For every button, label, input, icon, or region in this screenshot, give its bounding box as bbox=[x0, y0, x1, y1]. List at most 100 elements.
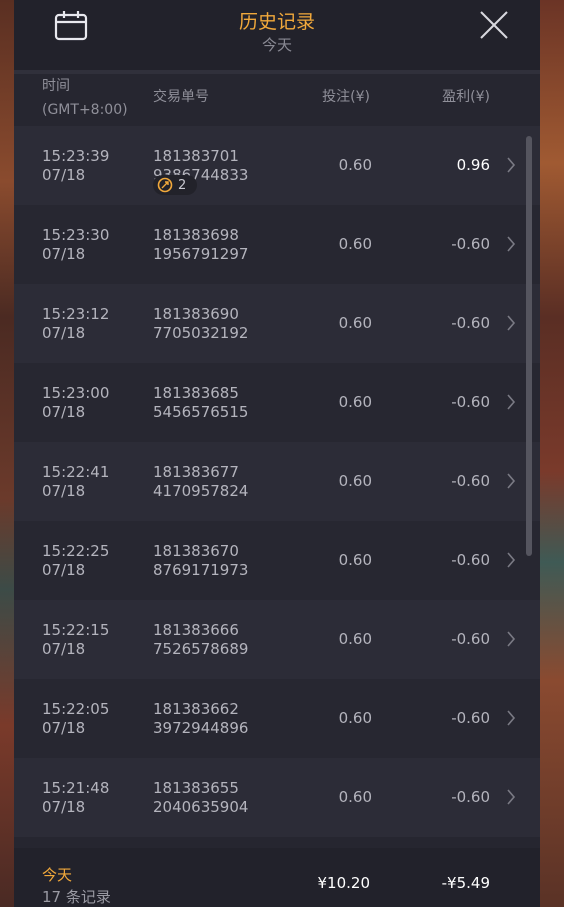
row-date-value: 07/18 bbox=[42, 482, 86, 500]
row-transaction-line2: 4170957824 bbox=[153, 482, 249, 500]
chevron-right-icon[interactable] bbox=[506, 710, 516, 726]
list-item[interactable]: 15:22:15 07/18 181383666 7526578689 0.60 -0.6… bbox=[14, 600, 540, 679]
footer-period: 今天 bbox=[42, 866, 73, 884]
list-item[interactable]: 15:21:48 07/18 181383655 2040635904 0.60 -0.6… bbox=[14, 758, 540, 837]
chevron-right-icon[interactable] bbox=[506, 631, 516, 647]
scrollbar[interactable] bbox=[526, 136, 532, 556]
header-bet: 投注(¥) bbox=[322, 89, 370, 105]
row-bet: 0.60 bbox=[338, 630, 372, 648]
chevron-right-icon[interactable] bbox=[506, 236, 516, 252]
list-item[interactable]: 15:23:00 07/18 181383685 5456576515 0.60 -0.6… bbox=[14, 363, 540, 442]
row-date-value: 07/18 bbox=[42, 640, 86, 658]
close-icon[interactable] bbox=[478, 9, 510, 41]
row-time: 15:23:12 07/18 bbox=[42, 305, 109, 343]
row-transaction-line1: 181383701 bbox=[153, 147, 239, 165]
row-date-value: 07/18 bbox=[42, 798, 86, 816]
row-bet: 0.60 bbox=[338, 788, 372, 806]
history-list[interactable]: 15:23:39 07/18 181383701 9386744833 0.60 0.96… bbox=[14, 126, 540, 837]
row-bet: 0.60 bbox=[338, 314, 372, 332]
background-left bbox=[0, 0, 14, 907]
row-profit: -0.60 bbox=[451, 314, 490, 332]
chevron-right-icon[interactable] bbox=[506, 552, 516, 568]
row-bet: 0.60 bbox=[338, 551, 372, 569]
chevron-right-icon[interactable] bbox=[506, 473, 516, 489]
list-item[interactable]: 15:22:41 07/18 181383677 4170957824 0.60 -0.6… bbox=[14, 442, 540, 521]
row-time: 15:23:30 07/18 bbox=[42, 226, 109, 264]
title-bar: 历史记录 今天 bbox=[14, 0, 540, 74]
row-transaction-line1: 181383666 bbox=[153, 621, 239, 639]
row-time-value: 15:22:15 bbox=[42, 621, 110, 639]
row-transaction-line1: 181383655 bbox=[153, 779, 239, 797]
bonus-badge: 2 bbox=[153, 175, 197, 195]
row-date-value: 07/18 bbox=[42, 324, 86, 342]
row-time: 15:23:00 07/18 bbox=[42, 384, 109, 422]
row-profit: -0.60 bbox=[451, 630, 490, 648]
row-transaction-line1: 181383690 bbox=[153, 305, 239, 323]
row-date-value: 07/18 bbox=[42, 245, 86, 263]
row-time: 15:23:39 07/18 bbox=[42, 147, 109, 185]
row-time: 15:22:15 07/18 bbox=[42, 621, 109, 659]
row-transaction-line2: 1956791297 bbox=[153, 245, 249, 263]
row-transaction-id: 181383666 7526578689 bbox=[153, 621, 248, 659]
row-time-value: 15:23:39 bbox=[42, 147, 110, 165]
header-timezone: (GMT+8:00) bbox=[42, 102, 128, 118]
footer-total-bet: ¥10.20 bbox=[317, 874, 371, 892]
row-profit: 0.96 bbox=[456, 156, 490, 174]
summary-footer: 今天 17 条记录 ¥10.20 -¥5.49 bbox=[14, 848, 540, 907]
chevron-right-icon[interactable] bbox=[506, 315, 516, 331]
bonus-icon bbox=[157, 177, 173, 193]
row-transaction-id: 181383655 2040635904 bbox=[153, 779, 248, 817]
list-item[interactable]: 15:23:39 07/18 181383701 9386744833 0.60 0.96… bbox=[14, 126, 540, 205]
chevron-right-icon[interactable] bbox=[506, 394, 516, 410]
chevron-right-icon[interactable] bbox=[506, 157, 516, 173]
row-transaction-line2: 7526578689 bbox=[153, 640, 249, 658]
row-profit: -0.60 bbox=[451, 393, 490, 411]
row-transaction-id: 181383670 8769171973 bbox=[153, 542, 248, 580]
header-time: 时间 (GMT+8:00) bbox=[42, 74, 128, 122]
list-item[interactable]: 15:23:12 07/18 181383690 7705032192 0.60 -0.6… bbox=[14, 284, 540, 363]
header-transaction: 交易单号 bbox=[153, 89, 209, 105]
header-profit: 盈利(¥) bbox=[442, 89, 490, 105]
row-time-value: 15:23:12 bbox=[42, 305, 110, 323]
row-transaction-line1: 181383670 bbox=[153, 542, 239, 560]
history-panel: 历史记录 今天 时间 (GMT+8:00) 交易单号 投注(¥) 盈利(¥) 1… bbox=[14, 0, 540, 907]
page-title: 历史记录 bbox=[238, 11, 315, 33]
footer-record-count: 17 条记录 bbox=[42, 888, 111, 906]
row-transaction-id: 181383698 1956791297 bbox=[153, 226, 248, 264]
footer-total-profit: -¥5.49 bbox=[441, 874, 490, 892]
row-date-value: 07/18 bbox=[42, 719, 86, 737]
row-time: 15:22:41 07/18 bbox=[42, 463, 109, 501]
row-transaction-line1: 181383677 bbox=[153, 463, 239, 481]
row-bet: 0.60 bbox=[338, 156, 372, 174]
chevron-right-icon[interactable] bbox=[506, 789, 516, 805]
row-transaction-line1: 181383698 bbox=[153, 226, 239, 244]
row-time: 15:22:25 07/18 bbox=[42, 542, 109, 580]
row-time-value: 15:22:25 bbox=[42, 542, 110, 560]
row-bet: 0.60 bbox=[338, 709, 372, 727]
row-time-value: 15:23:30 bbox=[42, 226, 110, 244]
header-time-label: 时间 bbox=[42, 78, 70, 94]
row-profit: -0.60 bbox=[451, 551, 490, 569]
row-bet: 0.60 bbox=[338, 472, 372, 490]
row-transaction-line1: 181383685 bbox=[153, 384, 239, 402]
row-time-value: 15:22:05 bbox=[42, 700, 110, 718]
list-item[interactable]: 15:22:05 07/18 181383662 3972944896 0.60 -0.6… bbox=[14, 679, 540, 758]
row-time-value: 15:23:00 bbox=[42, 384, 110, 402]
row-profit: -0.60 bbox=[451, 709, 490, 727]
row-transaction-line2: 7705032192 bbox=[153, 324, 249, 342]
row-bet: 0.60 bbox=[338, 235, 372, 253]
list-item[interactable]: 15:22:25 07/18 181383670 8769171973 0.60 -0.6… bbox=[14, 521, 540, 600]
row-transaction-id: 181383662 3972944896 bbox=[153, 700, 248, 738]
row-date-value: 07/18 bbox=[42, 166, 86, 184]
row-transaction-id: 181383690 7705032192 bbox=[153, 305, 248, 343]
row-bet: 0.60 bbox=[338, 393, 372, 411]
row-date-value: 07/18 bbox=[42, 561, 86, 579]
row-date-value: 07/18 bbox=[42, 403, 86, 421]
row-time-value: 15:21:48 bbox=[42, 779, 110, 797]
background-right bbox=[540, 0, 564, 907]
list-item[interactable]: 15:23:30 07/18 181383698 1956791297 0.60 -0.6… bbox=[14, 205, 540, 284]
row-transaction-line2: 2040635904 bbox=[153, 798, 249, 816]
row-time: 15:22:05 07/18 bbox=[42, 700, 109, 738]
bonus-count: 2 bbox=[178, 177, 187, 193]
table-header: 时间 (GMT+8:00) 交易单号 投注(¥) 盈利(¥) bbox=[14, 74, 540, 126]
